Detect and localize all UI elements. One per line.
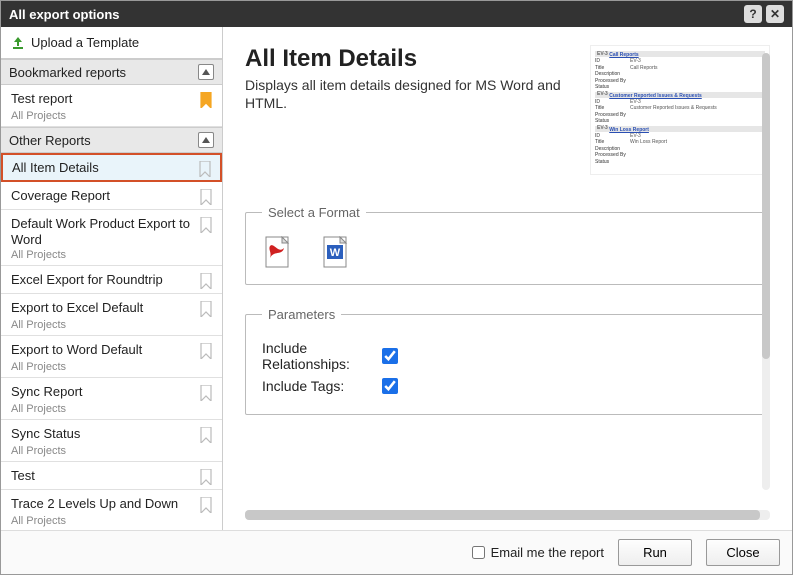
other-reports-list: All Item Details Coverage Report Default W… <box>1 153 222 530</box>
export-options-dialog: All export options ? ✕ Upload a Template… <box>0 0 793 575</box>
report-item[interactable]: Export to Word Default All Projects <box>1 336 222 378</box>
report-item-name: Sync Report <box>11 384 200 400</box>
horizontal-scrollbar[interactable] <box>245 510 770 520</box>
parameters-fieldset: Parameters Include Relationships: Includ… <box>245 307 770 415</box>
bookmark-icon[interactable] <box>200 468 214 485</box>
param-include-relationships-label: Include Relationships: <box>262 340 382 372</box>
word-format-icon[interactable]: W <box>322 236 350 268</box>
report-item-name: Sync Status <box>11 426 200 442</box>
bookmark-icon[interactable] <box>200 342 214 359</box>
format-legend: Select a Format <box>262 205 366 220</box>
sidebar: Upload a Template Bookmarked reports Tes… <box>1 27 223 530</box>
report-item-sub: All Projects <box>11 319 214 331</box>
report-item[interactable]: Test <box>1 462 222 490</box>
report-item[interactable]: All Item Details <box>1 153 222 182</box>
email-me-label: Email me the report <box>491 545 604 560</box>
report-item-name: All Item Details <box>12 160 199 176</box>
upload-template-label: Upload a Template <box>31 35 139 50</box>
bookmark-icon[interactable] <box>200 272 214 289</box>
param-include-tags-checkbox[interactable] <box>382 378 398 394</box>
pdf-format-icon[interactable] <box>264 236 292 268</box>
bookmark-icon[interactable] <box>200 91 214 108</box>
report-item[interactable]: Default Work Product Export to Word All P… <box>1 210 222 266</box>
report-item[interactable]: Sync Status All Projects <box>1 420 222 462</box>
close-icon[interactable]: ✕ <box>766 5 784 23</box>
report-item-name: Export to Word Default <box>11 342 200 358</box>
param-include-relationships-checkbox[interactable] <box>382 348 398 364</box>
bookmark-icon[interactable] <box>199 160 213 177</box>
email-me-checkbox[interactable] <box>472 546 485 559</box>
upload-template-link[interactable]: Upload a Template <box>1 27 222 59</box>
section-bookmarked[interactable]: Bookmarked reports <box>1 59 222 85</box>
report-item-sub: All Projects <box>11 445 214 457</box>
bookmark-icon[interactable] <box>200 216 214 233</box>
report-item-sub: All Projects <box>11 249 214 261</box>
report-item-name: Test <box>11 468 200 484</box>
report-item-name: Test report <box>11 91 200 107</box>
email-me-report[interactable]: Email me the report <box>472 545 604 560</box>
footer: Email me the report Run Close <box>1 530 792 574</box>
vertical-scrollbar[interactable] <box>762 53 770 490</box>
report-item-sub: All Projects <box>11 403 214 415</box>
dialog-body: Upload a Template Bookmarked reports Tes… <box>1 27 792 530</box>
detail-description: Displays all item details designed for M… <box>245 77 565 112</box>
report-item-name: Export to Excel Default <box>11 300 200 316</box>
report-item[interactable]: Sync Report All Projects <box>1 378 222 420</box>
param-include-tags-label: Include Tags: <box>262 378 382 394</box>
format-fieldset: Select a Format W <box>245 205 770 285</box>
collapse-icon[interactable] <box>198 132 214 148</box>
dialog-title: All export options <box>9 7 740 22</box>
report-item[interactable]: Trace 2 Levels Up and Down All Projects <box>1 490 222 530</box>
report-item[interactable]: Test report All Projects <box>1 85 222 127</box>
report-item[interactable]: Coverage Report <box>1 182 222 210</box>
parameters-legend: Parameters <box>262 307 341 322</box>
bookmark-icon[interactable] <box>200 188 214 205</box>
bookmark-icon[interactable] <box>200 384 214 401</box>
bookmark-icon[interactable] <box>200 496 214 513</box>
section-other[interactable]: Other Reports <box>1 127 222 153</box>
report-item-sub: All Projects <box>11 361 214 373</box>
collapse-icon[interactable] <box>198 64 214 80</box>
section-other-title: Other Reports <box>9 133 91 148</box>
report-item-sub: All Projects <box>11 110 214 122</box>
svg-text:W: W <box>330 247 341 259</box>
titlebar: All export options ? ✕ <box>1 1 792 27</box>
bookmark-icon[interactable] <box>200 300 214 317</box>
close-button[interactable]: Close <box>706 539 780 566</box>
bookmarked-list: Test report All Projects <box>1 85 222 127</box>
bookmark-icon[interactable] <box>200 426 214 443</box>
report-item-name: Excel Export for Roundtrip <box>11 272 200 288</box>
help-button[interactable]: ? <box>744 5 762 23</box>
report-preview-thumbnail: EV-3 Call ReportsIDEV-3TitleCall Reports… <box>590 45 770 175</box>
report-item-name: Default Work Product Export to Word <box>11 216 200 247</box>
section-bookmarked-title: Bookmarked reports <box>9 65 126 80</box>
detail-title: All Item Details <box>245 45 570 73</box>
upload-icon <box>11 36 25 50</box>
run-button[interactable]: Run <box>618 539 692 566</box>
report-item[interactable]: Export to Excel Default All Projects <box>1 294 222 336</box>
report-item-sub: All Projects <box>11 515 214 527</box>
report-item-name: Trace 2 Levels Up and Down <box>11 496 200 512</box>
report-item[interactable]: Excel Export for Roundtrip <box>1 266 222 294</box>
main-panel: All Item Details Displays all item detai… <box>223 27 792 530</box>
report-item-name: Coverage Report <box>11 188 200 204</box>
detail-header: All Item Details Displays all item detai… <box>245 45 770 175</box>
